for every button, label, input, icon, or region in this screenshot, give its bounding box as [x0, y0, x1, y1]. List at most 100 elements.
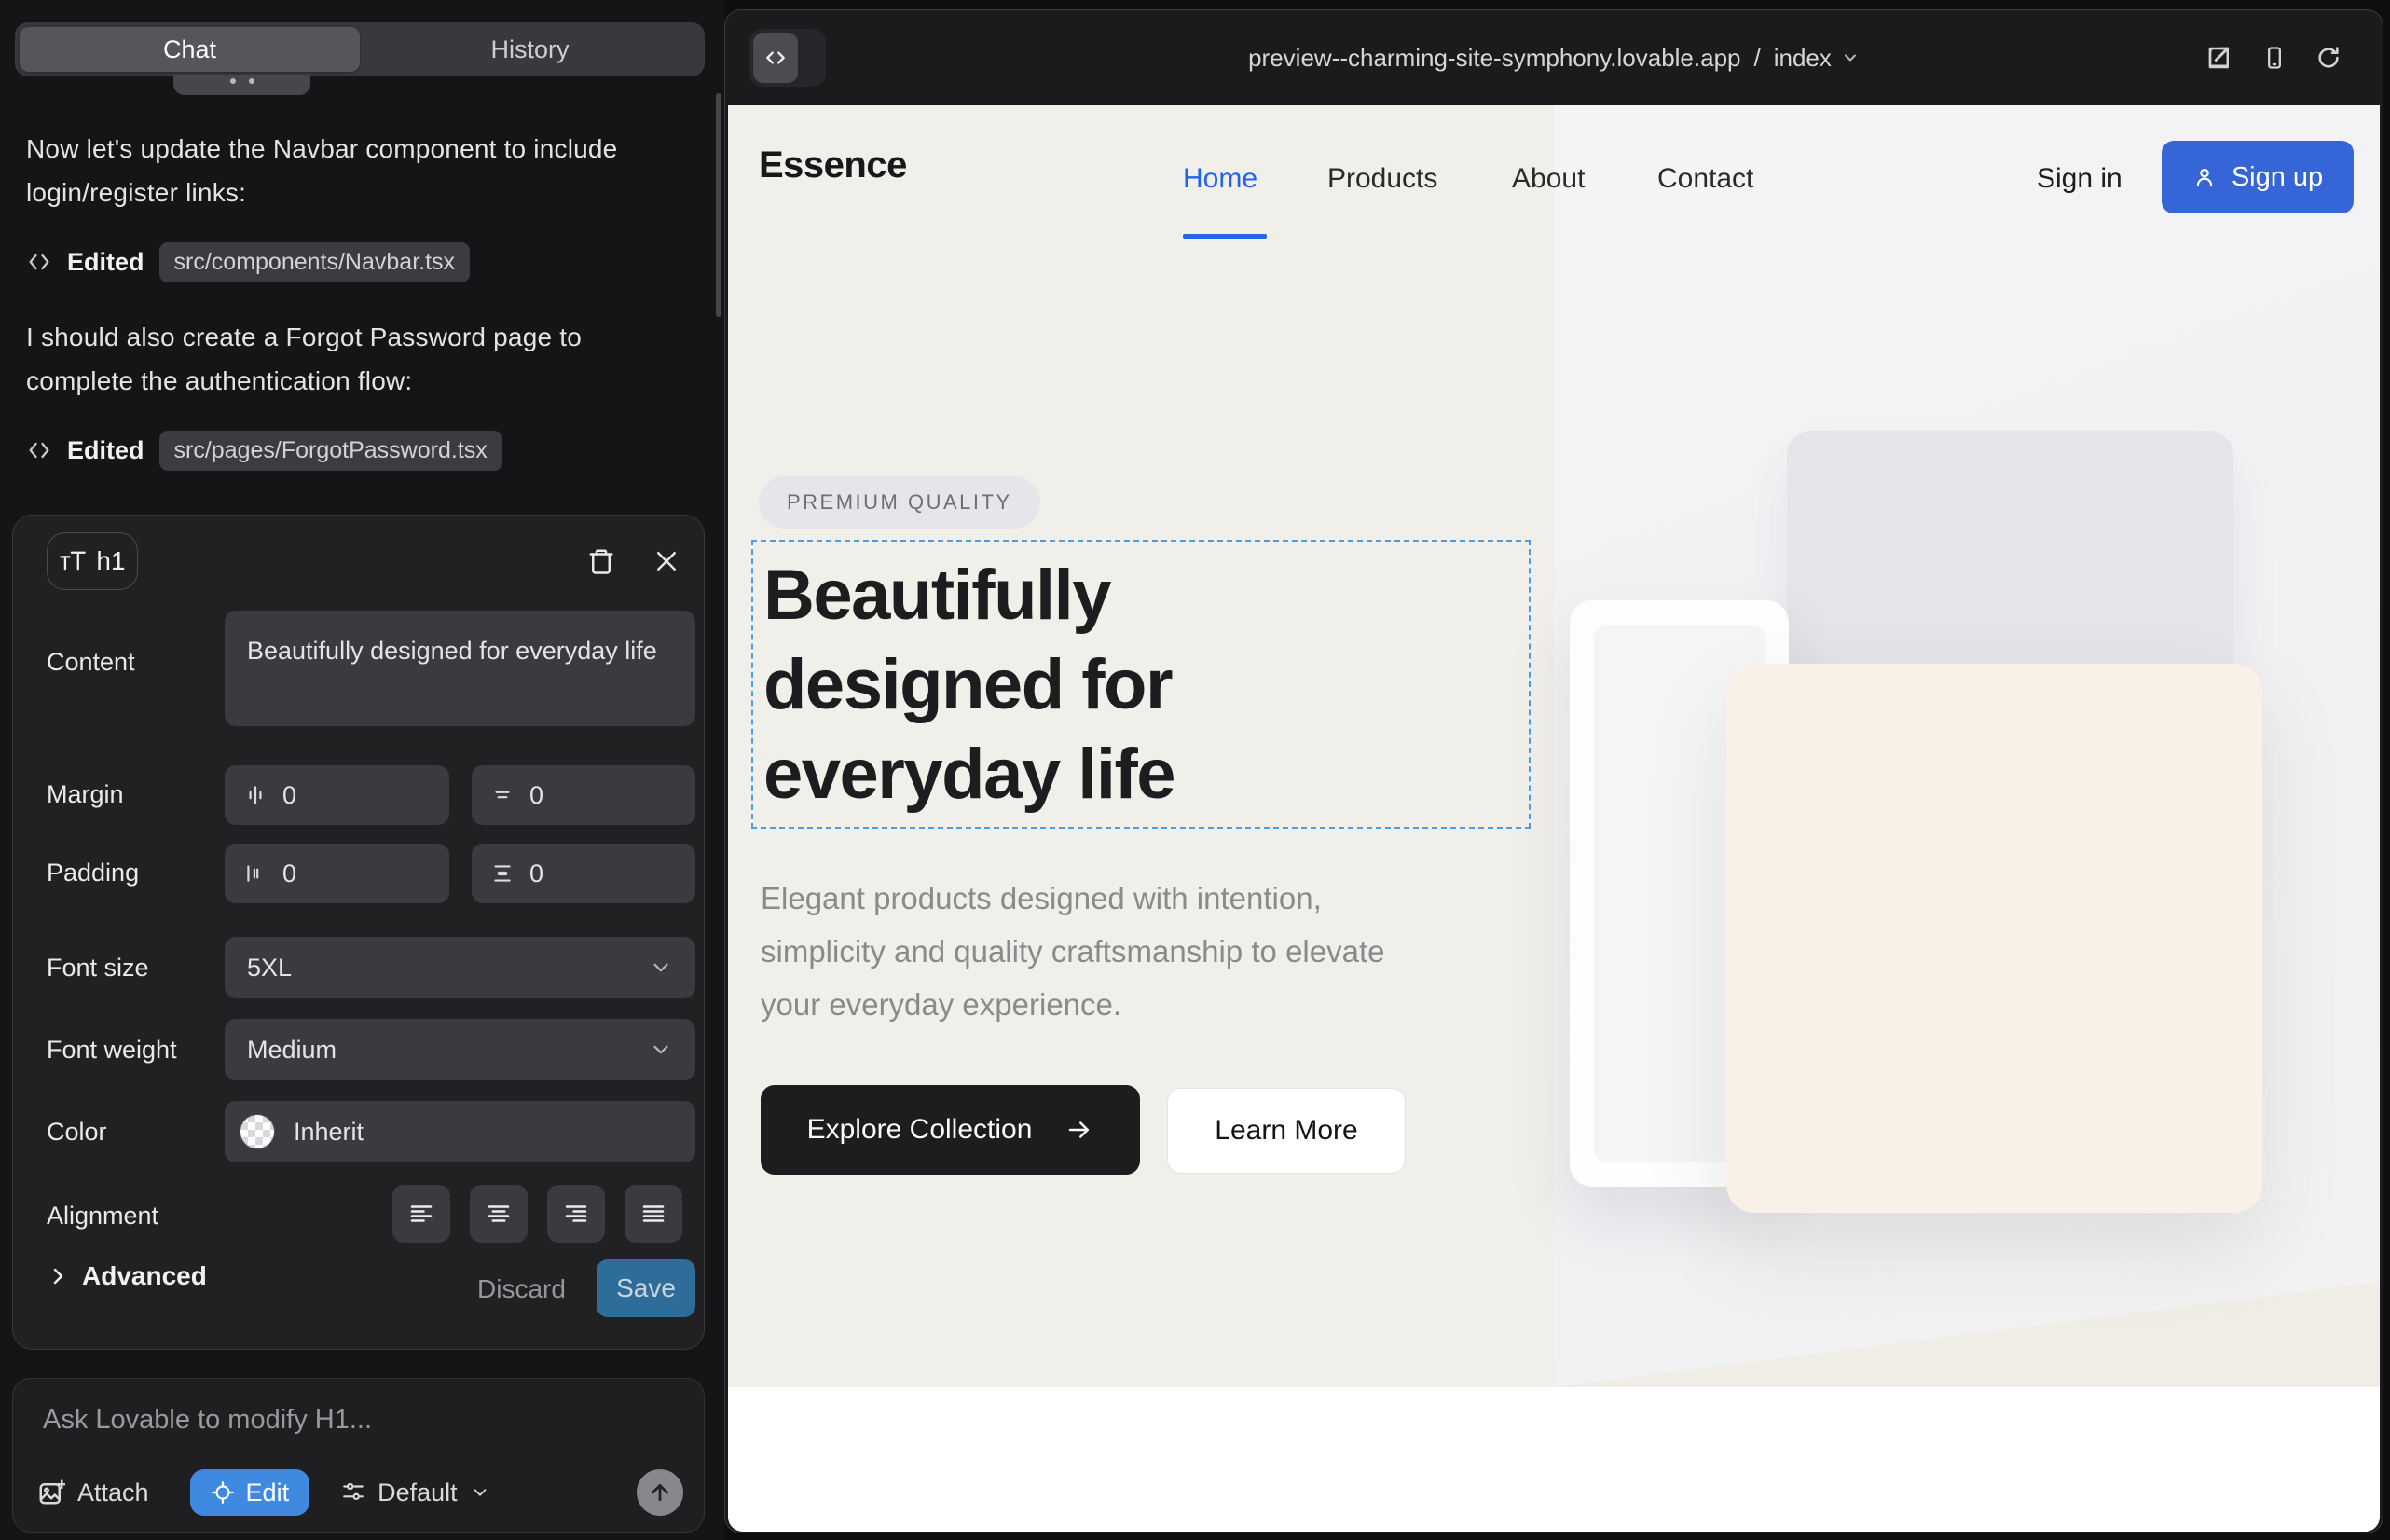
tab-chat[interactable]: Chat [20, 27, 360, 72]
advanced-toggle[interactable]: Advanced [47, 1261, 207, 1291]
align-center-icon [485, 1200, 513, 1228]
hero-heading[interactable]: Beautifully designed for everyday life [763, 551, 1369, 819]
premium-quality-badge: PREMIUM QUALITY [759, 476, 1040, 529]
nav-active-underline [1183, 234, 1267, 239]
element-editor-panel: h1 Content Beautifully designed for ever… [12, 515, 705, 1350]
align-right-button[interactable] [547, 1185, 605, 1243]
refresh-icon [2315, 45, 2342, 71]
margin-field-label: Margin [47, 780, 124, 809]
scrolled-chip-partial[interactable] [173, 75, 310, 95]
color-swatch [240, 1114, 275, 1149]
code-icon [26, 249, 52, 275]
mobile-view-button[interactable] [2261, 45, 2287, 71]
preview-browser-window: preview--charming-site-symphony.lovable.… [724, 9, 2383, 1533]
chat-scrollbar[interactable] [716, 93, 721, 317]
browser-actions [2205, 10, 2342, 105]
model-default-selector[interactable]: Default [341, 1478, 490, 1507]
padding-x-input[interactable]: 0 [225, 844, 449, 903]
trash-icon [587, 547, 615, 575]
code-icon [26, 437, 52, 463]
section-below-hero [728, 1387, 2380, 1532]
sliders-icon [341, 1480, 365, 1505]
chevron-down-icon [470, 1482, 490, 1503]
tab-history[interactable]: History [360, 27, 700, 72]
padding-field-label: Padding [47, 859, 139, 887]
alignment-field-label: Alignment [47, 1202, 158, 1231]
url-bar[interactable]: preview--charming-site-symphony.lovable.… [725, 10, 2383, 105]
edited-file-chip[interactable]: src/pages/ForgotPassword.tsx [159, 431, 502, 471]
font-size-field-label: Font size [47, 954, 149, 983]
chevron-down-icon [649, 956, 673, 980]
margin-vertical-icon [490, 783, 515, 807]
margin-y-input[interactable]: 0 [472, 765, 695, 825]
close-editor-button[interactable] [645, 540, 688, 583]
chevron-right-icon [47, 1265, 69, 1287]
user-icon [2192, 165, 2217, 189]
chat-history-tabs: Chat History [15, 22, 705, 76]
margin-x-input[interactable]: 0 [225, 765, 449, 825]
align-left-button[interactable] [392, 1185, 450, 1243]
explore-collection-button[interactable]: Explore Collection [761, 1085, 1140, 1175]
align-center-button[interactable] [470, 1185, 528, 1243]
url-domain: preview--charming-site-symphony.lovable.… [1248, 44, 1740, 73]
edited-file-row: Edited src/components/Navbar.tsx [26, 242, 470, 282]
content-field-label: Content [47, 648, 135, 677]
site-viewport: Essence Home Products About Contact Sign… [728, 105, 2380, 1532]
discard-button[interactable]: Discard [477, 1261, 566, 1317]
color-field-label: Color [47, 1118, 107, 1147]
refresh-button[interactable] [2315, 45, 2342, 71]
align-justify-icon [639, 1200, 667, 1228]
edited-label: Edited [67, 436, 144, 465]
url-page: index [1774, 44, 1832, 73]
locate-icon [211, 1480, 235, 1505]
element-tag-badge: h1 [47, 532, 138, 590]
padding-vertical-icon [490, 861, 515, 886]
save-button[interactable]: Save [597, 1259, 695, 1317]
element-tag-label: h1 [96, 546, 125, 576]
chat-message: I should also create a Forgot Password p… [26, 315, 684, 403]
send-button[interactable] [637, 1469, 683, 1516]
align-justify-button[interactable] [625, 1185, 682, 1243]
composer-placeholder[interactable]: Ask Lovable to modify H1... [43, 1405, 372, 1436]
alignment-button-group [392, 1185, 682, 1243]
nav-link-products[interactable]: Products [1327, 163, 1437, 195]
hero-section: Essence Home Products About Contact Sign… [728, 105, 2380, 1387]
site-logo[interactable]: Essence [759, 144, 907, 186]
browser-chrome: preview--charming-site-symphony.lovable.… [725, 10, 2383, 105]
learn-more-button[interactable]: Learn More [1167, 1088, 1406, 1174]
sign-in-link[interactable]: Sign in [2037, 163, 2122, 195]
font-weight-field-label: Font weight [47, 1036, 177, 1065]
smartphone-icon [2261, 45, 2287, 71]
edited-file-chip[interactable]: src/components/Navbar.tsx [159, 242, 471, 282]
edit-mode-button[interactable]: Edit [190, 1469, 310, 1516]
edited-file-row: Edited src/pages/ForgotPassword.tsx [26, 431, 502, 470]
chevron-down-icon [649, 1038, 673, 1062]
padding-horizontal-icon [243, 861, 268, 886]
edited-label: Edited [67, 248, 144, 277]
content-textarea[interactable]: Beautifully designed for everyday life [225, 611, 695, 726]
decorative-card-cream [1726, 664, 2262, 1213]
font-weight-select[interactable]: Medium [225, 1019, 695, 1080]
margin-horizontal-icon [243, 783, 268, 807]
hero-paragraph: Elegant products designed with intention… [761, 872, 1450, 1031]
composer-toolbar: Attach Edit Default [37, 1468, 683, 1517]
chevron-down-icon [1841, 48, 1860, 67]
url-separator: / [1754, 44, 1761, 73]
open-external-button[interactable] [2205, 44, 2233, 72]
nav-link-about[interactable]: About [1512, 163, 1585, 195]
type-icon [59, 548, 87, 574]
font-size-select[interactable]: 5XL [225, 937, 695, 998]
delete-element-button[interactable] [580, 540, 623, 583]
attach-button[interactable]: Attach [37, 1478, 149, 1507]
arrow-right-icon [1065, 1116, 1093, 1144]
align-right-icon [562, 1200, 590, 1228]
nav-link-contact[interactable]: Contact [1657, 163, 1753, 195]
color-select[interactable]: Inherit [225, 1101, 695, 1162]
align-left-icon [407, 1200, 435, 1228]
image-plus-icon [37, 1478, 65, 1506]
nav-link-home[interactable]: Home [1183, 163, 1257, 195]
sign-up-button[interactable]: Sign up [2162, 141, 2354, 213]
chat-composer[interactable]: Ask Lovable to modify H1... Attach Edit … [12, 1378, 705, 1533]
padding-y-input[interactable]: 0 [472, 844, 695, 903]
chat-sidebar: Chat History Now let's update the Navbar… [0, 0, 724, 1540]
